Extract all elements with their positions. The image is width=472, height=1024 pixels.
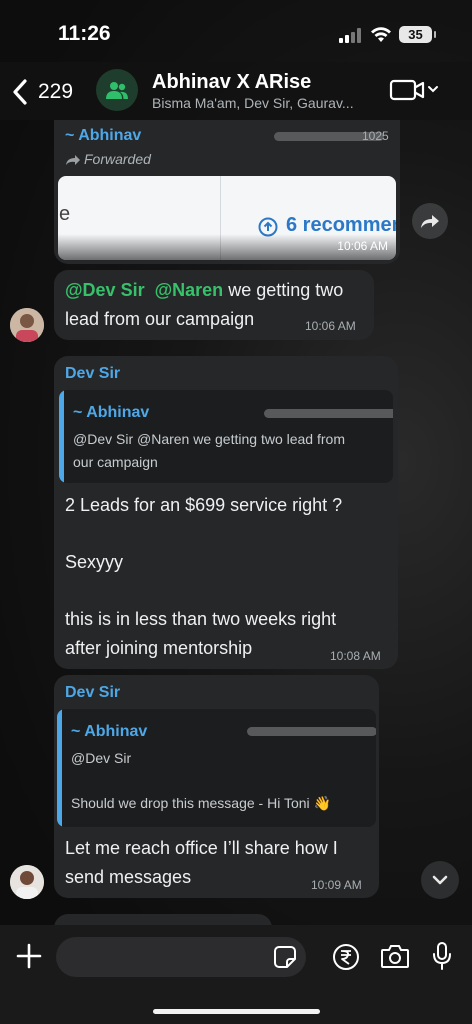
sender-avatar[interactable] — [10, 865, 44, 899]
message-bubble-forwarded[interactable]: ~ Abhinav 1025 Forwarded e 6 recommen 10… — [54, 120, 400, 264]
forward-button[interactable] — [412, 203, 448, 239]
quote-text-line2: Should we drop this message - Hi Toni 👋 — [71, 795, 331, 811]
message-time: 10:09 AM — [311, 878, 362, 892]
message-sender[interactable]: ~ Abhinav — [65, 127, 141, 145]
sender-avatar[interactable] — [10, 308, 44, 342]
quote-text-line2: our campaign — [73, 454, 158, 470]
microphone-icon[interactable] — [432, 941, 452, 971]
wifi-icon — [371, 27, 391, 42]
group-title[interactable]: Abhinav X ARise — [152, 71, 311, 94]
partial-header-text: 1025 — [362, 129, 389, 143]
forward-icon — [421, 215, 439, 228]
forwarded-image[interactable]: e 6 recommen 10:06 AM — [58, 176, 396, 260]
message-sender[interactable]: Dev Sir — [65, 365, 120, 383]
quote-bar — [59, 390, 64, 483]
quote-text-line1: @Dev Sir — [71, 750, 132, 766]
avatar-photo — [10, 308, 44, 342]
camera-icon[interactable] — [380, 943, 410, 969]
message-text-line1: 2 Leads for an $699 service right ? — [65, 495, 343, 515]
message-time: 10:06 AM — [305, 319, 356, 333]
back-chevron-icon[interactable] — [12, 79, 28, 105]
message-text-line4: after joining mentorship — [65, 638, 253, 658]
message-text-line2: send messages — [65, 867, 192, 887]
mention[interactable]: @Dev Sir — [65, 280, 145, 300]
cellular-signal-icon — [339, 27, 363, 43]
message-bubble-reply[interactable]: Dev Sir ~ Abhinav @Dev Sir @Naren we get… — [54, 356, 398, 669]
status-time: 11:26 — [58, 22, 111, 45]
quoted-message[interactable]: ~ Abhinav @Dev Sir Should we drop this m… — [57, 709, 376, 827]
scroll-to-bottom-button[interactable] — [421, 861, 459, 899]
home-indicator — [153, 1009, 320, 1014]
group-avatar[interactable] — [96, 69, 138, 111]
message-text: @Dev Sir @Naren we getting two — [65, 276, 343, 305]
quote-sender: ~ Abhinav — [73, 404, 150, 421]
sticker-icon[interactable] — [273, 945, 297, 969]
image-left-text: e — [59, 203, 71, 225]
message-text-line2: lead from our campaign — [65, 309, 255, 329]
mention[interactable]: @Naren — [155, 280, 224, 300]
redacted-scribble — [247, 727, 376, 736]
quote-sender: ~ Abhinav — [71, 723, 148, 740]
message-sender[interactable]: Dev Sir — [65, 684, 120, 702]
message-text-line3: this is in less than two weeks right — [65, 609, 337, 629]
message-bubble[interactable]: @Dev Sir @Naren we getting two lead from… — [54, 270, 374, 340]
chat-header: 229 Abhinav X ARise Bisma Ma'am, Dev Sir… — [0, 62, 472, 120]
message-input[interactable] — [56, 937, 306, 977]
avatar-photo — [10, 865, 44, 899]
quoted-message[interactable]: ~ Abhinav @Dev Sir @Naren we getting two… — [59, 390, 393, 483]
forwarded-label: Forwarded — [84, 151, 151, 167]
composer-bar — [0, 925, 472, 1024]
plus-icon[interactable] — [16, 943, 42, 969]
chevron-down-icon — [428, 86, 438, 93]
message-time: 10:08 AM — [330, 649, 381, 663]
message-bubble-reply[interactable]: Dev Sir ~ Abhinav @Dev Sir Should we dro… — [54, 675, 379, 898]
status-bar: 11:26 35 — [0, 0, 472, 62]
message-time: 10:06 AM — [337, 239, 388, 253]
video-call-icon[interactable] — [389, 78, 439, 102]
unread-count[interactable]: 229 — [38, 80, 73, 104]
message-text-rest: we getting two — [228, 280, 344, 300]
quote-text-line1: @Dev Sir @Naren we getting two lead from — [73, 431, 345, 447]
group-members[interactable]: Bisma Ma'am, Dev Sir, Gaurav... — [152, 95, 354, 111]
message-text-line2: Sexyyy — [65, 552, 124, 572]
quote-bar — [57, 709, 62, 827]
redacted-scribble — [264, 409, 393, 418]
forwarded-icon — [66, 155, 80, 165]
arrow-down-icon — [432, 875, 448, 885]
battery-indicator: 35 — [399, 26, 436, 43]
rupee-icon[interactable] — [332, 943, 360, 971]
group-icon — [106, 82, 128, 99]
message-text-line1: Let me reach office I’ll share how I — [65, 838, 338, 858]
